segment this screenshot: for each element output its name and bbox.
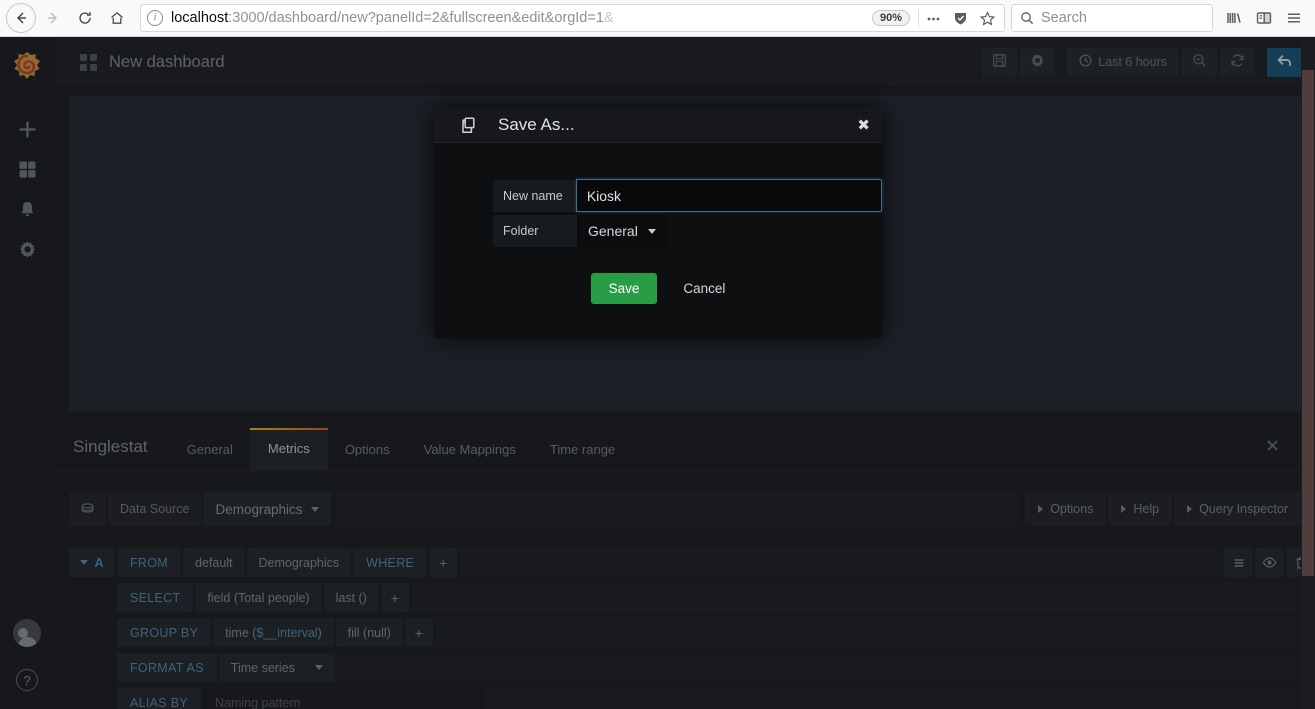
app-root: i localhost:3000/dashboard/new?panelId=2… xyxy=(0,0,1315,709)
address-bar[interactable]: i localhost:3000/dashboard/new?panelId=2… xyxy=(140,4,1005,32)
urlbar-divider xyxy=(918,9,919,27)
browser-nav-buttons xyxy=(0,3,132,33)
close-icon[interactable]: ✖ xyxy=(857,118,870,133)
reload-icon[interactable] xyxy=(70,3,100,33)
forward-icon[interactable] xyxy=(38,3,68,33)
dialog-body: New name Kiosk Folder General Save Cance… xyxy=(434,143,882,338)
url-host: localhost xyxy=(171,10,229,26)
dialog-actions: Save Cancel xyxy=(434,273,882,304)
urlbar-icons xyxy=(925,10,998,27)
back-icon[interactable] xyxy=(6,3,36,33)
site-info-icon[interactable]: i xyxy=(147,10,163,26)
new-name-row: New name Kiosk xyxy=(493,179,882,212)
save-as-dialog: Save As... ✖ New name Kiosk Folder Gener… xyxy=(434,108,882,338)
dialog-header: Save As... ✖ xyxy=(434,108,882,143)
url-path: :3000/dashboard/new?panelId=2&fullscreen… xyxy=(228,10,604,26)
browser-toolbar: i localhost:3000/dashboard/new?panelId=2… xyxy=(0,0,1315,37)
star-icon[interactable] xyxy=(979,10,996,27)
sidebar-toggle-icon[interactable] xyxy=(1255,9,1273,27)
folder-label: Folder xyxy=(493,215,577,247)
search-bar[interactable]: Search xyxy=(1011,4,1213,32)
copy-icon xyxy=(460,116,479,135)
urlbar-container: i localhost:3000/dashboard/new?panelId=2… xyxy=(132,4,1221,32)
new-name-label: New name xyxy=(493,179,576,212)
search-placeholder: Search xyxy=(1041,10,1087,26)
folder-value: General xyxy=(588,223,638,239)
search-icon xyxy=(1020,11,1034,25)
home-icon[interactable] xyxy=(102,3,132,33)
library-icon[interactable] xyxy=(1225,9,1243,27)
new-name-input[interactable]: Kiosk xyxy=(575,179,882,212)
chevron-down-icon xyxy=(647,228,656,234)
folder-select[interactable]: General xyxy=(577,215,667,247)
browser-right-icons xyxy=(1221,9,1315,27)
folder-row: Folder General xyxy=(493,215,882,247)
ellipsis-icon[interactable] xyxy=(925,10,942,27)
save-button[interactable]: Save xyxy=(590,273,658,304)
dialog-title: Save As... xyxy=(498,115,575,134)
hamburger-menu-icon[interactable] xyxy=(1285,9,1303,27)
url-text: localhost:3000/dashboard/new?panelId=2&f… xyxy=(171,10,864,26)
zoom-level-badge[interactable]: 90% xyxy=(871,10,910,26)
url-tail: & xyxy=(603,10,614,26)
shield-icon[interactable] xyxy=(952,10,969,27)
cancel-button[interactable]: Cancel xyxy=(683,281,725,296)
